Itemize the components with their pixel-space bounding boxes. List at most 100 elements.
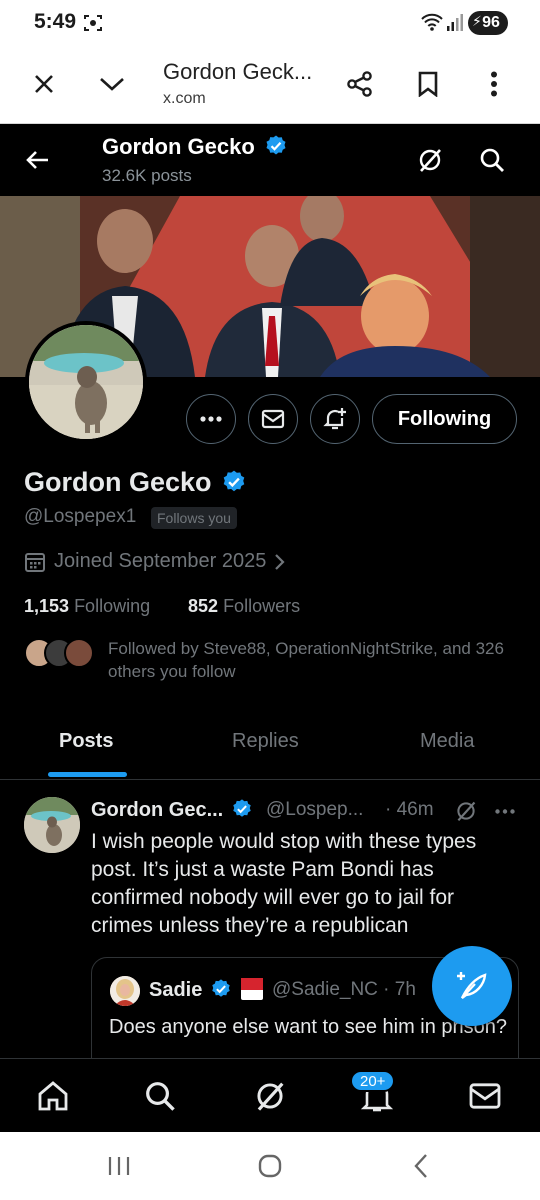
bottom-navigation xyxy=(0,1058,540,1132)
calendar-icon xyxy=(25,552,45,572)
nav-messages[interactable] xyxy=(450,1059,520,1133)
post-text: I wish people would stop with these type… xyxy=(91,830,477,937)
verified-icon xyxy=(212,979,230,997)
battery-level: 96 xyxy=(482,14,500,31)
wifi-icon xyxy=(421,13,443,31)
affiliate-badge-icon xyxy=(241,978,264,1000)
compose-feather-icon xyxy=(457,972,487,999)
mail-icon xyxy=(469,1083,501,1109)
bookmark-icon xyxy=(418,71,438,97)
avatar-photo xyxy=(110,976,140,1006)
back-button[interactable] xyxy=(16,138,60,182)
close-tab-button[interactable] xyxy=(22,62,66,106)
search-icon xyxy=(146,1082,175,1111)
screenshot-icon xyxy=(84,15,102,31)
quote-author-avatar xyxy=(110,976,140,1006)
profile-handle: @Lospepex1 xyxy=(24,506,137,527)
post-grok-button[interactable] xyxy=(452,798,480,824)
recent-apps-icon xyxy=(108,1157,130,1175)
following-count: 1,153 xyxy=(24,596,70,616)
mail-icon xyxy=(261,409,285,429)
battery-indicator: ⚡ 96 xyxy=(468,11,508,35)
back-arrow-icon xyxy=(26,151,48,169)
profile-name-text: Gordon Gecko xyxy=(24,467,212,497)
home-icon xyxy=(38,1081,68,1111)
browser-menu-button[interactable] xyxy=(472,62,516,106)
share-button[interactable] xyxy=(338,62,382,106)
following-button[interactable]: Following xyxy=(372,394,517,444)
nav-search[interactable] xyxy=(125,1059,195,1133)
signal-icon xyxy=(447,14,463,31)
joined-date[interactable]: Joined September 2025 xyxy=(24,550,286,573)
followed-by-avatars[interactable] xyxy=(24,638,94,670)
post-author-name-text: Gordon Gec... xyxy=(91,799,224,821)
browser-url[interactable]: x.com xyxy=(163,90,206,108)
compose-post-button[interactable] xyxy=(432,946,512,1026)
more-vert-icon xyxy=(491,71,497,97)
back-system-button[interactable] xyxy=(396,1144,446,1188)
following-label: Following xyxy=(74,596,151,616)
back-chevron-icon xyxy=(414,1154,427,1178)
browser-page-title: Gordon Geck... xyxy=(163,59,313,84)
tab-replies[interactable]: Replies xyxy=(232,730,299,753)
verified-icon xyxy=(223,470,245,492)
post-time[interactable]: · 46m xyxy=(385,799,434,821)
notify-add-icon xyxy=(323,408,346,430)
recent-apps-button[interactable] xyxy=(94,1144,144,1188)
close-icon xyxy=(35,75,53,93)
nav-grok[interactable] xyxy=(235,1059,305,1133)
divider xyxy=(0,779,540,780)
quote-author-name: Sadie xyxy=(149,978,264,1002)
grok-button[interactable] xyxy=(408,138,452,182)
home-system-button[interactable] xyxy=(245,1144,295,1188)
grok-icon xyxy=(257,1082,284,1111)
status-time: 5:49 xyxy=(34,10,77,33)
status-bar: 5:49 ⚡ 96 xyxy=(0,0,540,46)
post-more-button[interactable] xyxy=(490,798,520,824)
grok-icon xyxy=(419,149,441,172)
joined-text: Joined September 2025 xyxy=(54,550,267,572)
system-navigation-bar xyxy=(0,1132,540,1200)
notifications-badge: 20+ xyxy=(350,1070,396,1092)
more-options-button[interactable] xyxy=(186,394,236,444)
followers-label: Followers xyxy=(223,596,301,616)
browser-toolbar: Gordon Geck... x.com xyxy=(0,46,540,124)
profile-avatar[interactable] xyxy=(25,321,147,443)
followed-by-text[interactable]: Followed by Steve88, OperationNightStrik… xyxy=(108,637,528,683)
message-button[interactable] xyxy=(248,394,298,444)
active-tab-indicator xyxy=(48,772,127,777)
notifications-subscribe-button[interactable] xyxy=(310,394,360,444)
avatar-dog-photo xyxy=(29,325,143,439)
avatar xyxy=(64,638,94,668)
verified-icon xyxy=(233,799,251,817)
post-author-name[interactable]: Gordon Gec... xyxy=(91,798,253,822)
profile-name: Gordon Gecko xyxy=(24,467,247,498)
quote-author-handle: @Sadie_NC · 7h xyxy=(272,979,416,1000)
followers-count: 852 xyxy=(188,596,219,616)
avatar-dog-photo xyxy=(24,797,80,853)
chevron-right-icon xyxy=(275,553,285,570)
charging-icon: ⚡ xyxy=(472,13,482,29)
more-icon xyxy=(495,808,515,814)
tab-media[interactable]: Media xyxy=(420,730,474,753)
quote-author-name-text: Sadie xyxy=(149,979,203,1001)
post-author-handle[interactable]: @Lospep... xyxy=(266,799,363,821)
header-post-count: 32.6K posts xyxy=(102,166,192,185)
bookmark-button[interactable] xyxy=(406,62,450,106)
nav-home[interactable] xyxy=(18,1059,88,1133)
followers-count-link[interactable]: 852 Followers xyxy=(188,596,300,617)
following-count-link[interactable]: 1,153 Following xyxy=(24,596,150,617)
profile-header: Gordon Gecko 32.6K posts xyxy=(0,124,540,196)
follows-you-badge: Follows you xyxy=(151,507,237,529)
chevron-down-icon xyxy=(100,78,124,91)
verified-icon xyxy=(266,135,286,155)
search-icon xyxy=(480,148,504,172)
home-circle-icon xyxy=(258,1154,282,1178)
tab-menu-button[interactable] xyxy=(90,62,134,106)
header-name: Gordon Gecko xyxy=(102,134,288,160)
share-icon xyxy=(347,71,372,97)
post-author-avatar[interactable] xyxy=(24,797,80,853)
search-button[interactable] xyxy=(470,138,514,182)
tab-posts[interactable]: Posts xyxy=(59,730,113,753)
grok-icon xyxy=(457,801,476,822)
